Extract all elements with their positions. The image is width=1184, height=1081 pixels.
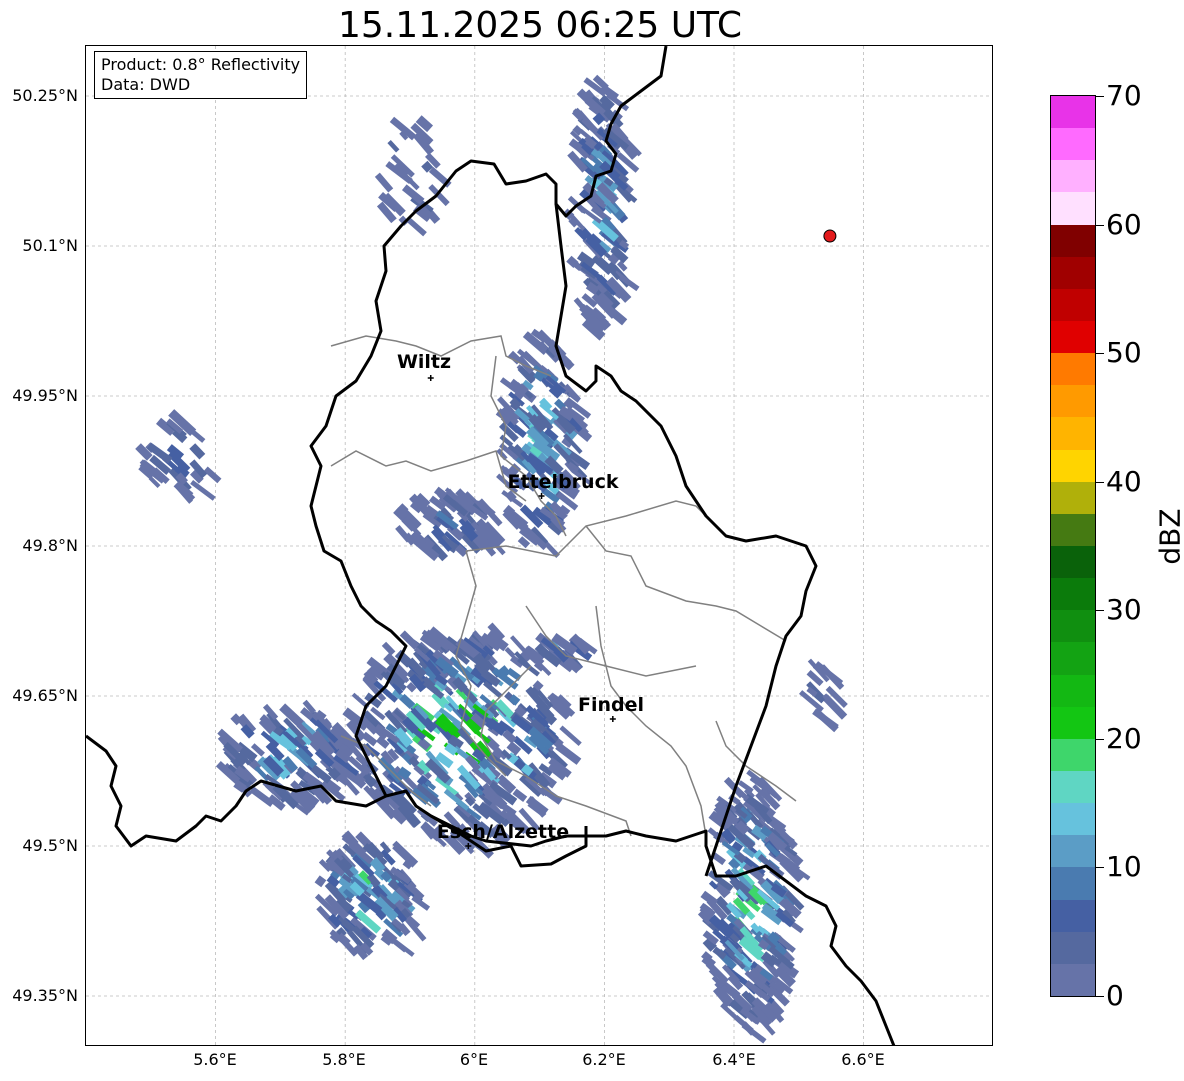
colorbar-segment [1051, 384, 1095, 418]
colorbar-segment [1051, 706, 1095, 739]
radar-echo-cell [389, 936, 415, 957]
colorbar-segment [1051, 95, 1095, 129]
colorbar-tick-label: 0 [1106, 979, 1124, 1012]
colorbar-tick [1096, 353, 1104, 355]
lat-tick-label: 49.35°N [12, 986, 78, 1005]
colorbar-tick [1096, 224, 1104, 226]
colorbar-tick-label: 30 [1106, 593, 1142, 627]
product-line: Product: 0.8° Reflectivity [101, 55, 301, 74]
radar-map[interactable] [85, 45, 993, 1046]
colorbar-segment [1051, 899, 1095, 932]
colorbar-segment [1051, 674, 1095, 707]
colorbar-label: dBZ [1153, 508, 1184, 565]
colorbar-tick-label: 70 [1106, 79, 1142, 112]
colorbar-segment [1051, 834, 1095, 868]
lat-tick-label: 49.8°N [22, 536, 78, 555]
colorbar-tick-label: 10 [1106, 850, 1142, 884]
lon-tick-label: 5.6°E [193, 1050, 237, 1069]
colorbar-segment [1051, 256, 1095, 289]
colorbar-segment [1051, 738, 1095, 771]
colorbar-segment [1051, 224, 1095, 257]
colorbar-tick [1096, 996, 1104, 997]
city-label-wiltz: Wiltz [396, 351, 452, 373]
map-title: 15.11.2025 06:25 UTC [337, 5, 743, 46]
radar-echo-cell [314, 875, 327, 888]
lon-tick-label: 6.4°E [712, 1050, 756, 1069]
lat-tick-label: 50.25°N [12, 86, 78, 105]
radar-echo-cell [428, 184, 450, 207]
colorbar-tick [1096, 96, 1104, 97]
radar-echo-cell [381, 641, 396, 656]
lat-tick-label: 49.95°N [12, 386, 78, 405]
city-label-ettelbruck: Ettelbruck [507, 471, 619, 493]
radar-echo-cell [399, 630, 420, 650]
map-canvas [86, 46, 992, 1045]
city-label-findel: Findel [577, 694, 645, 716]
colorbar-segment [1051, 609, 1095, 643]
radar-echo-cell [741, 1022, 767, 1044]
lon-tick-label: 6.2°E [582, 1050, 626, 1069]
city-marker-plus [427, 375, 434, 381]
radar-echo-cell [541, 787, 563, 805]
colorbar-segment [1051, 288, 1095, 321]
colorbar-tick [1096, 738, 1104, 740]
colorbar-segment [1051, 481, 1095, 514]
product-info-box: Product: 0.8° Reflectivity Data: DWD [94, 51, 308, 99]
colorbar-tick-label: 40 [1106, 464, 1142, 498]
radar-site-marker[interactable] [823, 229, 837, 243]
colorbar-tick [1096, 610, 1104, 612]
radar-echoes [135, 74, 848, 1044]
radar-echo-cell [189, 443, 206, 460]
colorbar-segment [1051, 545, 1095, 579]
colorbar-segment [1051, 159, 1095, 193]
colorbar-segment [1051, 449, 1095, 482]
radar-echo-cell [387, 139, 400, 153]
colorbar-segment [1051, 802, 1095, 836]
colorbar-segment [1051, 641, 1095, 675]
lon-tick-label: 6.6°E [841, 1050, 885, 1069]
colorbar-segment [1051, 931, 1095, 964]
colorbar-segment [1051, 127, 1095, 161]
dbz-colorbar [1050, 95, 1096, 997]
colorbar-segment [1051, 513, 1095, 546]
radar-echo-cell [374, 172, 394, 193]
colorbar-tick [1096, 867, 1104, 869]
lat-tick-label: 49.65°N [12, 686, 78, 705]
colorbar-segment [1051, 416, 1095, 450]
lat-tick-label: 49.5°N [22, 836, 78, 855]
colorbar-segment [1051, 770, 1095, 804]
colorbar-tick [1096, 481, 1104, 483]
colorbar-segment [1051, 320, 1095, 354]
colorbar-tick-label: 50 [1106, 336, 1142, 370]
colorbar-segment [1051, 866, 1095, 900]
colorbar-segment [1051, 577, 1095, 611]
city-label-esch-alzette: Esch/Alzette [436, 821, 570, 843]
colorbar-segment [1051, 352, 1095, 386]
radar-echo-cell [406, 217, 427, 237]
colorbar-tick-label: 60 [1106, 207, 1142, 241]
colorbar-segment [1051, 963, 1095, 996]
colorbar-segment [1051, 191, 1095, 225]
colorbar-tick-label: 20 [1106, 721, 1142, 755]
radar-echo-cell [203, 466, 222, 484]
lon-tick-label: 6°E [459, 1050, 489, 1069]
city-marker-plus [609, 716, 616, 722]
lat-tick-label: 50.1°N [22, 236, 78, 255]
data-source-line: Data: DWD [101, 75, 191, 94]
lon-tick-label: 5.8°E [322, 1050, 366, 1069]
